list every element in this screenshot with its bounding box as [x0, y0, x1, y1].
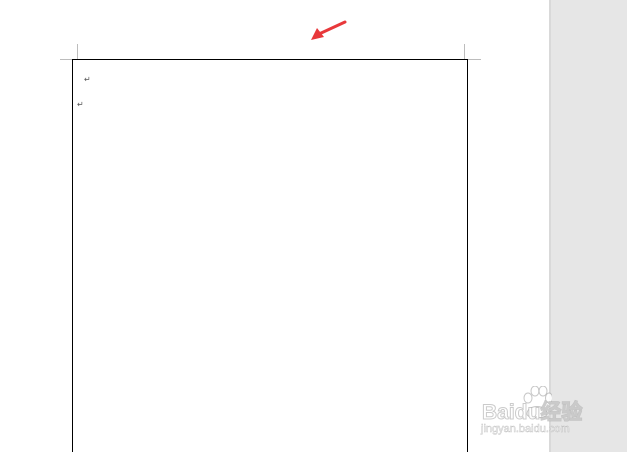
- paragraph-mark-2[interactable]: ↵: [77, 101, 84, 109]
- watermark-url: jingyan.baidu.com: [481, 423, 570, 436]
- crop-mark-right-horizontal: [468, 59, 481, 60]
- crop-mark-left-vertical: [77, 44, 78, 59]
- crop-mark-left-horizontal: [60, 59, 72, 60]
- arrow-shaft: [317, 20, 347, 36]
- paragraph-mark-1[interactable]: ↵: [84, 76, 91, 84]
- red-arrow-annotation: [311, 20, 347, 40]
- watermark-brand: Baidu经验: [481, 401, 583, 425]
- word-document-view: ↵ ↵ Baidu经验 jingyan.baidu.com: [0, 0, 627, 452]
- page-border[interactable]: [72, 59, 468, 452]
- crop-mark-right-vertical: [464, 44, 465, 59]
- baidu-jingyan-watermark: Baidu经验 jingyan.baidu.com: [478, 386, 618, 442]
- document-workspace[interactable]: ↵ ↵: [0, 0, 549, 452]
- side-gray-pane: [549, 0, 627, 452]
- side-pane-edge: [549, 0, 551, 452]
